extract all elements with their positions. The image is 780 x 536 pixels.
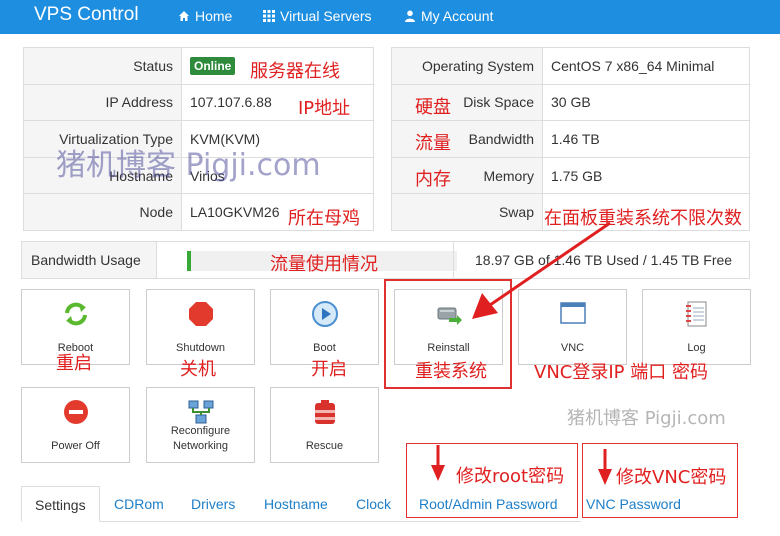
nav-home[interactable]: Home <box>178 8 232 24</box>
reboot-icon <box>64 302 87 326</box>
rescue-button[interactable]: Rescue <box>270 387 379 463</box>
reconfigure-networking-label: Reconfigure Networking <box>170 425 231 453</box>
os-label: Operating System <box>391 47 543 85</box>
power-off-button[interactable]: Power Off <box>21 387 130 463</box>
annotation-shutdown: 关机 <box>180 359 216 380</box>
tab-settings[interactable]: Settings <box>21 486 100 522</box>
annotation-reinstall: 重装系统 <box>415 361 487 382</box>
bandwidth-usage-label: Bandwidth Usage <box>22 242 157 278</box>
shutdown-label: Shutdown <box>176 342 225 355</box>
shutdown-icon <box>188 302 213 326</box>
tab-clock[interactable]: Clock <box>356 486 391 522</box>
os-row: Operating System CentOS 7 x86_64 Minimal <box>391 47 750 85</box>
nav-virtual-servers-label: Virtual Servers <box>280 8 372 24</box>
log-label: Log <box>687 342 706 355</box>
tab-drivers[interactable]: Drivers <box>191 486 235 522</box>
boot-label: Boot <box>313 342 336 355</box>
rescue-icon <box>314 400 335 424</box>
bandwidth-value: 1.46 TB <box>542 120 750 158</box>
nav-home-label: Home <box>195 8 233 24</box>
status-badge: Online <box>190 56 236 75</box>
reinstall-arrow <box>472 221 611 319</box>
os-value: CentOS 7 x86_64 Minimal <box>542 47 750 85</box>
boot-button[interactable]: Boot <box>270 289 379 365</box>
log-icon <box>685 301 706 327</box>
tab-cdrom[interactable]: CDRom <box>114 486 164 522</box>
network-icon <box>188 400 213 424</box>
annotation-root-password: 修改root密码 <box>456 466 565 487</box>
rescue-label: Rescue <box>305 440 344 453</box>
top-navbar: VPS Control Home Virtual Servers My Acco… <box>0 0 780 34</box>
ip-label: IP Address <box>23 83 182 122</box>
bandwidth-usage-bar: Bandwidth Usage 18.97 GB of 1.46 TB Used… <box>21 241 750 279</box>
annotation-reinstall-panel: 在面板重装系统不限次数 <box>544 208 742 229</box>
disk-value: 30 GB <box>542 83 750 122</box>
home-icon <box>179 11 189 21</box>
nav-my-account[interactable]: My Account <box>404 8 493 24</box>
boot-icon <box>311 301 338 327</box>
watermark-small: 猪机博客 Pigji.com <box>567 408 726 429</box>
root-password-arrow <box>431 445 445 481</box>
status-label: Status <box>23 47 182 85</box>
nav-virtual-servers[interactable]: Virtual Servers <box>263 8 372 24</box>
vnc-label: VNC <box>560 342 585 355</box>
reconfigure-networking-button[interactable]: Reconfigure Networking <box>146 387 255 463</box>
nav-my-account-label: My Account <box>421 8 494 24</box>
annotation-vnc-password: 修改VNC密码 <box>616 467 727 488</box>
watermark-large: 猪机博客 Pigji.com <box>56 148 321 183</box>
log-button[interactable]: Log <box>642 289 751 365</box>
annotation-bandwidth-usage: 流量使用情况 <box>270 254 378 275</box>
user-icon <box>405 10 415 22</box>
annotation-ip: IP地址 <box>298 98 351 119</box>
annotation-disk: 硬盘 <box>415 97 451 118</box>
annotation-memory: 内存 <box>415 169 451 190</box>
annotation-status: 服务器在线 <box>250 61 340 82</box>
grid-icon <box>263 10 275 22</box>
power-off-icon <box>63 400 88 424</box>
annotation-node: 所在母鸡 <box>288 208 360 229</box>
annotation-bandwidth: 流量 <box>415 133 451 154</box>
annotation-boot: 开启 <box>311 359 347 380</box>
annotation-vnc: VNC登录IP 端口 密码 <box>534 362 708 383</box>
tab-hostname[interactable]: Hostname <box>264 486 328 522</box>
power-off-label: Power Off <box>51 440 100 453</box>
node-label: Node <box>23 193 182 231</box>
brand-title[interactable]: VPS Control <box>34 4 139 26</box>
bandwidth-progress-fill <box>187 251 191 271</box>
vnc-password-arrow <box>598 449 612 485</box>
memory-value: 1.75 GB <box>542 156 750 195</box>
shutdown-button[interactable]: Shutdown <box>146 289 255 365</box>
annotation-reboot: 重启 <box>56 353 92 374</box>
